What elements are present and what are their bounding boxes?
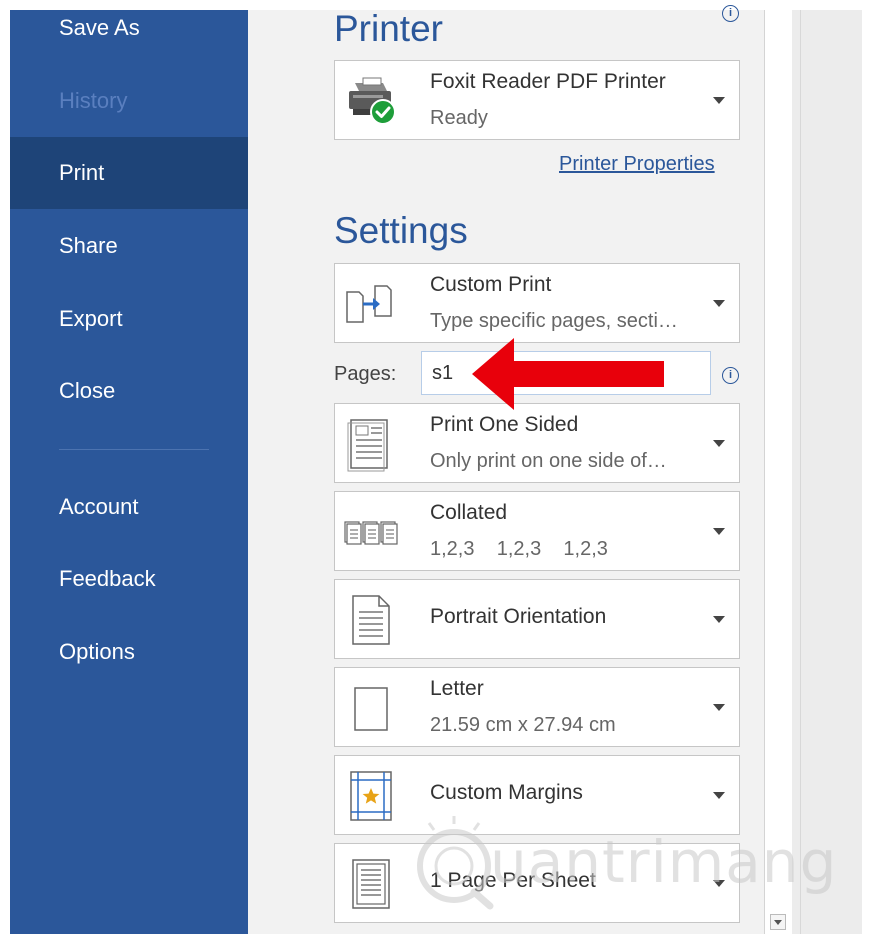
nav-history: History [59, 88, 128, 113]
chevron-down-icon [713, 792, 725, 799]
pages-per-sheet-dropdown[interactable]: 1 Page Per Sheet [334, 843, 740, 923]
nav-print[interactable]: Print [10, 137, 248, 209]
settings-scrollbar[interactable] [764, 10, 792, 934]
paper-size-dropdown[interactable]: Letter 21.59 cm x 27.94 cm [334, 667, 740, 747]
nav-share[interactable]: Share [10, 210, 248, 282]
collation-dropdown[interactable]: Collated 1,2,3 1,2,3 1,2,3 [334, 491, 740, 571]
collation-description: 1,2,3 1,2,3 1,2,3 [430, 538, 608, 560]
print-range-label: Custom Print [430, 273, 552, 296]
orientation-dropdown[interactable]: Portrait Orientation [334, 579, 740, 659]
chevron-down-icon [713, 300, 725, 307]
chevron-down-icon [713, 616, 725, 623]
chevron-down-icon [713, 880, 725, 887]
nav-close[interactable]: Close [10, 355, 248, 427]
custom-pages-icon [346, 285, 392, 323]
printer-status: Ready [430, 107, 488, 129]
pages-per-sheet-label: 1 Page Per Sheet [430, 869, 596, 892]
nav-separator [59, 449, 209, 450]
sides-description: Only print on one side of… [430, 450, 667, 472]
one-sided-page-icon [347, 419, 388, 472]
chevron-down-icon [713, 704, 725, 711]
print-range-description: Type specific pages, secti… [430, 310, 678, 332]
nav-export[interactable]: Export [10, 283, 248, 355]
print-preview-area [792, 10, 862, 934]
settings-heading: Settings [334, 210, 468, 251]
page-per-sheet-icon [352, 859, 390, 909]
paper-size-icon [354, 687, 388, 731]
print-range-dropdown[interactable]: Custom Print Type specific pages, secti… [334, 263, 740, 343]
paper-size-label: Letter [430, 677, 484, 700]
printer-dropdown[interactable]: Foxit Reader PDF Printer Ready [334, 60, 740, 140]
sides-label: Print One Sided [430, 413, 579, 436]
collated-pages-icon [344, 521, 398, 545]
scroll-down-arrow-icon[interactable] [770, 914, 786, 930]
printer-icon [349, 77, 396, 125]
backstage-sidebar: Save As History Print Share Export Close… [10, 10, 248, 934]
nav-account[interactable]: Account [10, 471, 248, 543]
orientation-label: Portrait Orientation [430, 605, 607, 628]
print-settings-panel: Printer i Foxit Reader PDF Printer Ready… [248, 5, 764, 934]
printer-properties-link[interactable]: Printer Properties [559, 153, 715, 176]
pages-info-icon[interactable]: i [722, 367, 739, 384]
printer-info-icon[interactable]: i [722, 5, 739, 22]
print-backstage-view: Save As History Print Share Export Close… [0, 0, 881, 934]
pages-label: Pages: [334, 363, 397, 385]
portrait-page-icon [352, 595, 390, 645]
nav-feedback[interactable]: Feedback [10, 543, 248, 615]
nav-options[interactable]: Options [10, 616, 248, 688]
margins-label: Custom Margins [430, 781, 583, 804]
nav-save-as[interactable]: Save As [10, 0, 248, 64]
chevron-down-icon [713, 97, 725, 104]
paper-size-dimensions: 21.59 cm x 27.94 cm [430, 714, 616, 736]
pages-input[interactable] [421, 351, 711, 395]
sides-dropdown[interactable]: Print One Sided Only print on one side o… [334, 403, 740, 483]
margins-icon [350, 771, 392, 821]
printer-heading: Printer [334, 8, 443, 49]
margins-dropdown[interactable]: Custom Margins [334, 755, 740, 835]
collation-label: Collated [430, 501, 508, 524]
chevron-down-icon [713, 528, 725, 535]
printer-name: Foxit Reader PDF Printer [430, 70, 666, 93]
chevron-down-icon [713, 440, 725, 447]
